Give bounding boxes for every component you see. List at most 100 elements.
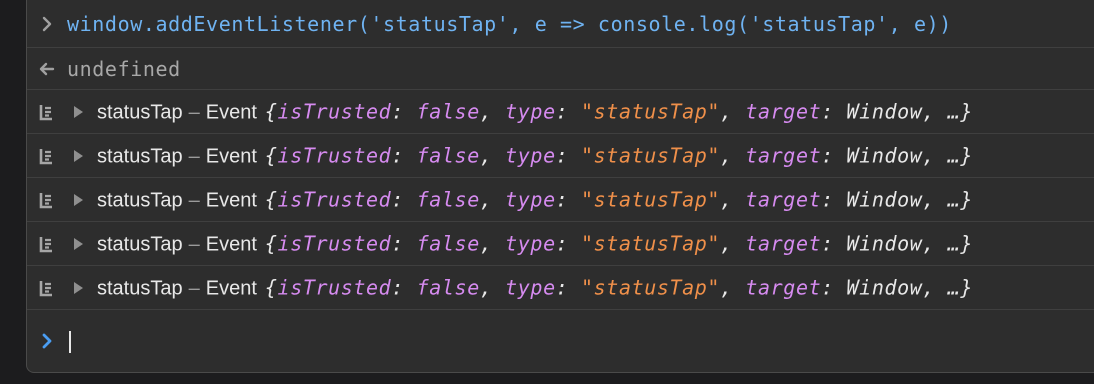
comma: , [479,99,506,123]
console-log-icon [35,101,57,123]
chevron-right-icon [37,12,57,36]
comma: , [922,231,948,255]
log-entry-row[interactable]: statusTap – Event {isTrusted: false, type: … [27,134,1094,178]
disclosure-triangle-icon[interactable] [71,146,85,166]
prompt-chevron-icon [37,329,57,353]
property-key: target [745,275,822,299]
comma: , [922,99,948,123]
colon: : [821,275,847,299]
colon: : [555,99,582,123]
colon: : [391,99,417,123]
object-ellipsis: …} [947,99,973,123]
comma: , [720,187,746,211]
comma: , [922,187,948,211]
property-value-string: "statusTap" [581,99,721,123]
comma: , [720,275,746,299]
property-key: isTrusted [277,99,392,123]
comma: , [922,275,948,299]
property-value: false [416,231,480,255]
object-open-brace: { [264,143,278,167]
log-label: statusTap [97,145,183,167]
comma: , [720,143,746,167]
property-key: type [505,99,556,123]
object-open-brace: { [264,187,278,211]
colon: : [555,187,582,211]
property-value-string: "statusTap" [581,275,721,299]
log-object-type: Event [205,101,257,123]
colon: : [391,143,417,167]
colon: : [555,143,582,167]
log-object-type: Event [205,145,257,167]
log-label: statusTap [97,101,183,123]
property-value: false [416,99,480,123]
colon: : [821,187,847,211]
colon: : [555,275,582,299]
object-open-brace: { [264,99,278,123]
property-key: isTrusted [277,187,392,211]
console-log-icon [35,145,57,167]
property-key: type [505,231,556,255]
property-key: type [505,187,556,211]
colon: : [391,275,417,299]
log-entry-text: statusTap – Event {isTrusted: false, type: … [97,277,973,298]
console-panel: window.addEventListener('statusTap', e =… [26,0,1094,373]
console-log-icon [35,277,57,299]
log-entry-row[interactable]: statusTap – Event {isTrusted: false, type: … [27,178,1094,222]
log-separator: – [188,101,200,123]
property-value-string: "statusTap" [581,187,721,211]
log-object-type: Event [205,189,257,211]
property-key: isTrusted [277,143,392,167]
property-value-string: "statusTap" [581,231,721,255]
colon: : [821,99,847,123]
disclosure-triangle-icon[interactable] [71,278,85,298]
property-key: target [745,231,822,255]
command-row[interactable]: window.addEventListener('statusTap', e =… [27,0,1094,48]
log-entry-text: statusTap – Event {isTrusted: false, type: … [97,101,973,122]
log-entry-row[interactable]: statusTap – Event {isTrusted: false, type: … [27,266,1094,310]
colon: : [391,187,417,211]
comma: , [922,143,948,167]
property-value: false [416,143,480,167]
property-key: type [505,275,556,299]
log-separator: – [188,145,200,167]
property-value: Window [846,231,923,255]
property-value: Window [846,99,923,123]
comma: , [479,275,506,299]
disclosure-triangle-icon[interactable] [71,234,85,254]
object-ellipsis: …} [947,187,973,211]
log-entry-text: statusTap – Event {isTrusted: false, type: … [97,233,973,254]
object-ellipsis: …} [947,143,973,167]
comma: , [479,231,506,255]
comma: , [479,187,506,211]
property-key: target [745,99,822,123]
log-label: statusTap [97,277,183,299]
comma: , [479,143,506,167]
log-entry-text: statusTap – Event {isTrusted: false, type: … [97,145,973,166]
log-label: statusTap [97,189,183,211]
property-value-string: "statusTap" [581,143,721,167]
colon: : [821,143,847,167]
command-text[interactable]: window.addEventListener('statusTap', e =… [67,14,952,34]
result-text: undefined [67,56,181,81]
object-ellipsis: …} [947,275,973,299]
comma: , [720,231,746,255]
disclosure-triangle-icon[interactable] [71,190,85,210]
property-key: isTrusted [277,231,392,255]
property-value: Window [846,275,923,299]
log-object-type: Event [205,277,257,299]
disclosure-triangle-icon[interactable] [71,102,85,122]
log-label: statusTap [97,233,183,255]
log-separator: – [188,277,200,299]
log-entry-row[interactable]: statusTap – Event {isTrusted: false, type: … [27,222,1094,266]
property-value: Window [846,143,923,167]
object-open-brace: { [264,231,278,255]
console-log-icon [35,233,57,255]
property-value: false [416,187,480,211]
object-ellipsis: …} [947,231,973,255]
prompt-row[interactable] [27,310,1094,372]
property-key: isTrusted [277,275,392,299]
property-key: target [745,143,822,167]
log-entry-row[interactable]: statusTap – Event {isTrusted: false, type: … [27,90,1094,134]
log-separator: – [188,233,200,255]
log-separator: – [188,189,200,211]
